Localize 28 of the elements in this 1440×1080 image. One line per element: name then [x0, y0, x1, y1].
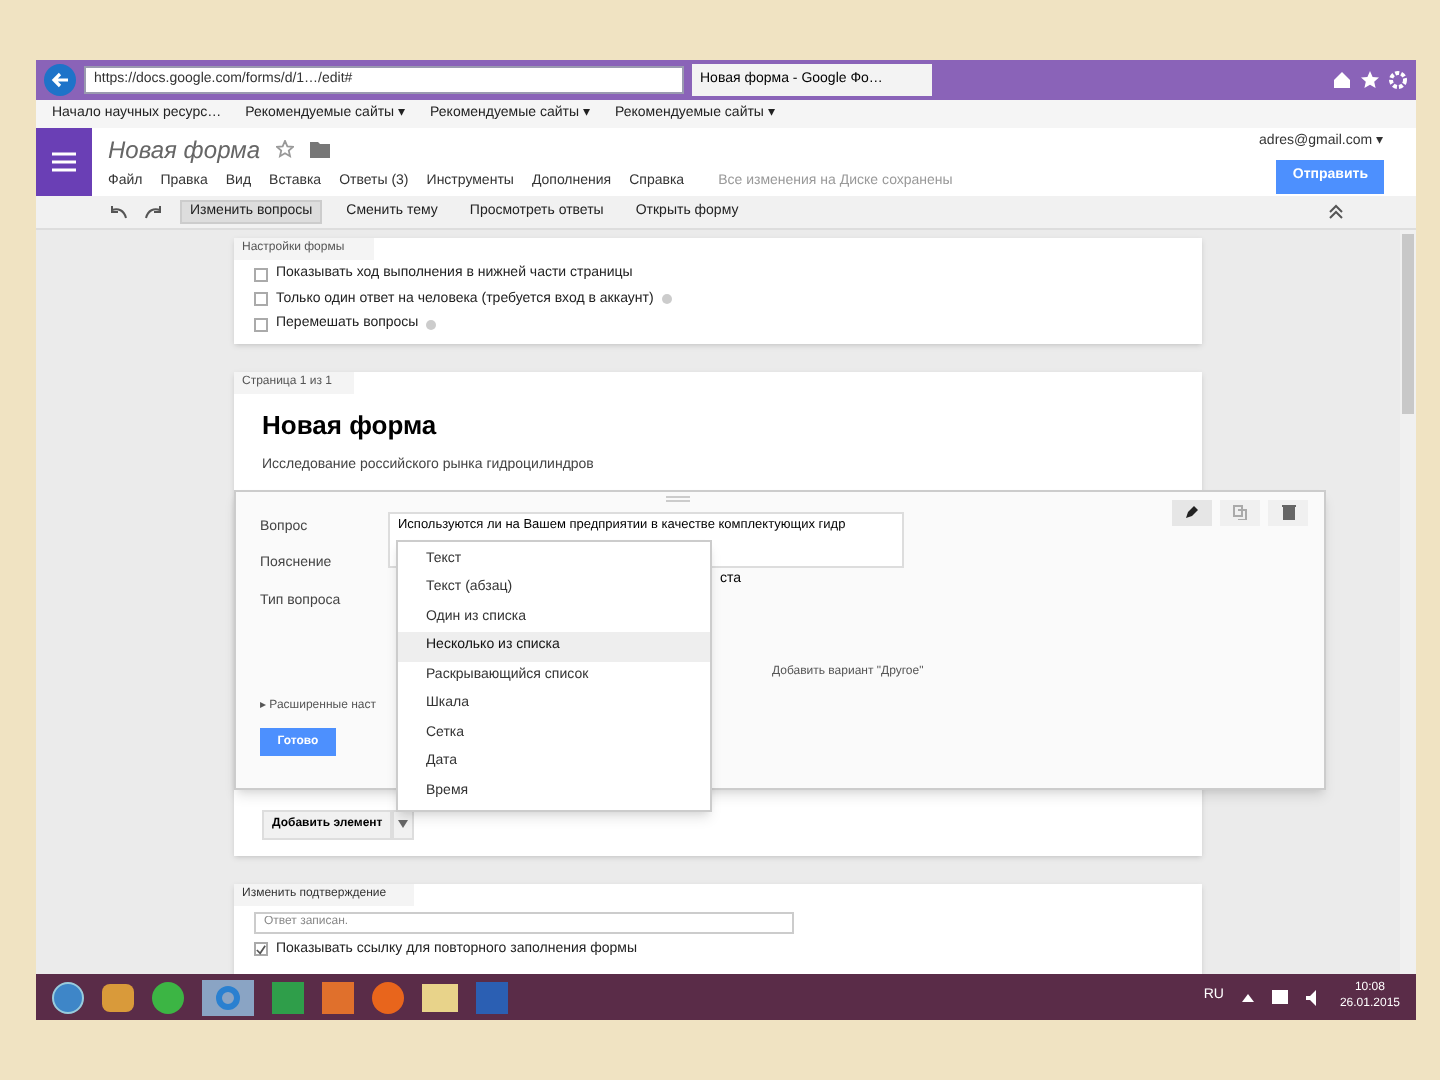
checkbox[interactable] — [254, 267, 268, 282]
undo-icon[interactable] — [108, 204, 128, 220]
checkbox[interactable] — [254, 292, 268, 307]
speaker-icon[interactable] — [1305, 989, 1322, 1005]
copy-icon — [1232, 504, 1248, 520]
home-icon[interactable] — [1332, 70, 1352, 90]
star-icon[interactable] — [1360, 70, 1380, 90]
checkbox[interactable] — [254, 317, 268, 332]
trash-icon — [1281, 504, 1295, 520]
delete-button[interactable] — [1268, 499, 1308, 525]
folder-icon[interactable] — [422, 983, 458, 1011]
collapse-icon[interactable] — [1328, 204, 1344, 220]
caret-icon — [398, 820, 409, 828]
pencil-icon — [1184, 504, 1200, 520]
back-button[interactable] — [44, 64, 76, 96]
edit-button[interactable] — [1172, 499, 1212, 525]
scrollbar[interactable] — [1400, 230, 1416, 974]
form-title[interactable]: Новая форма — [108, 131, 261, 168]
tray-arrow-icon[interactable] — [1241, 993, 1254, 1001]
back-arrow-icon — [50, 70, 70, 90]
app-menu-button[interactable] — [36, 128, 92, 196]
page-title[interactable]: Новая форма — [234, 393, 1202, 444]
checkbox[interactable] — [254, 942, 268, 957]
menu-icon — [52, 152, 76, 172]
settings-icon[interactable] — [1388, 70, 1408, 90]
star-icon[interactable] — [276, 140, 295, 159]
redo-icon[interactable] — [144, 204, 164, 220]
folder-icon[interactable] — [310, 141, 331, 158]
